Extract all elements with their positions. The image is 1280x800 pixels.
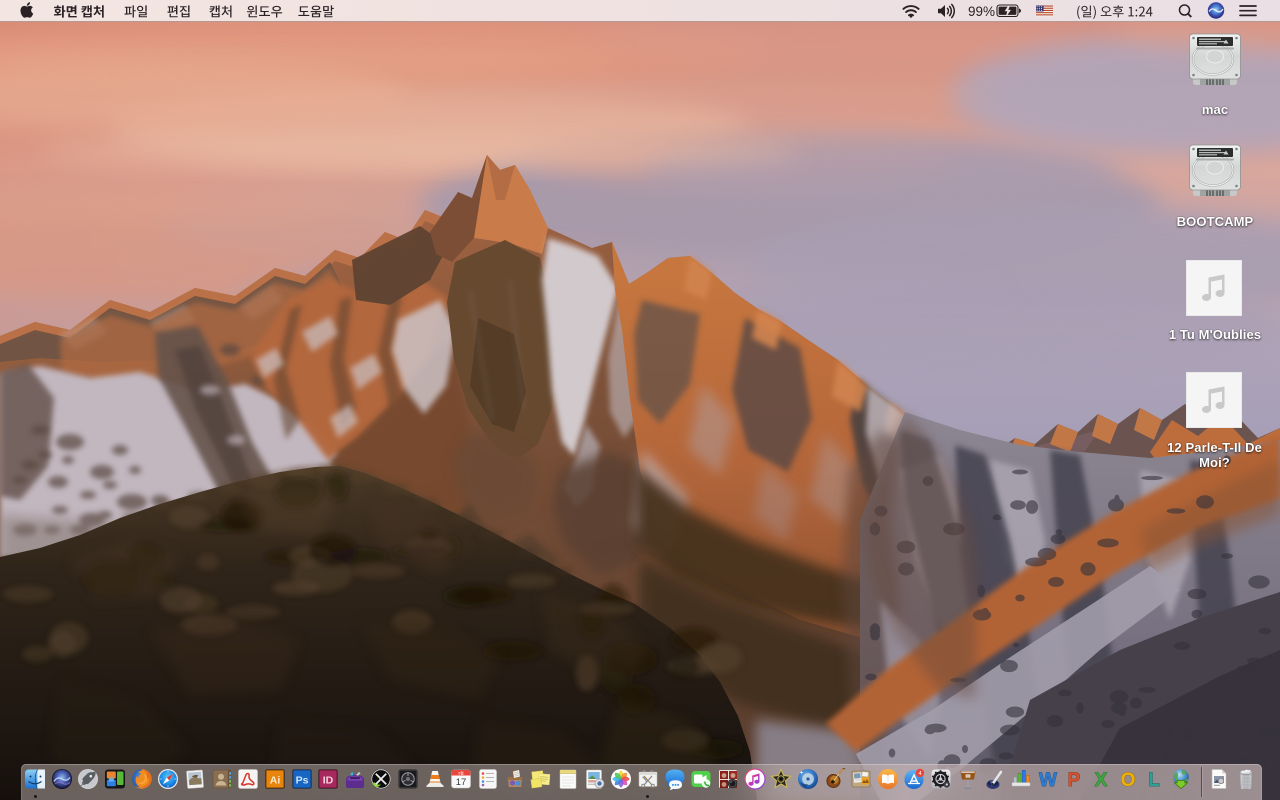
svg-text:5월: 5월 xyxy=(459,771,464,776)
svg-text:99%: 99% xyxy=(968,4,995,19)
svg-text:W: W xyxy=(1039,770,1057,790)
svg-text:O: O xyxy=(1120,770,1135,790)
svg-text:P: P xyxy=(1068,770,1081,790)
svg-text:X: X xyxy=(1095,770,1108,790)
svg-text:L: L xyxy=(1148,770,1160,790)
svg-text:4: 4 xyxy=(919,771,922,777)
svg-text:ID: ID xyxy=(323,775,334,787)
svg-text:17: 17 xyxy=(456,777,467,788)
svg-text:Ai: Ai xyxy=(270,775,281,787)
svg-text:Ps: Ps xyxy=(295,775,308,787)
